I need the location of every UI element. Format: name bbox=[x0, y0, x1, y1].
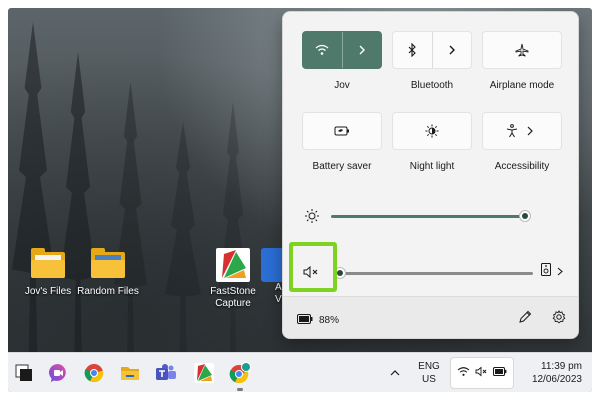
tile-airplane-mode[interactable] bbox=[482, 31, 562, 69]
tree-silhouette bbox=[218, 102, 248, 352]
chevron-right-icon[interactable] bbox=[433, 32, 472, 68]
bluetooth-icon[interactable] bbox=[393, 32, 432, 68]
start-icon[interactable] bbox=[12, 361, 36, 385]
tile-wifi[interactable] bbox=[302, 31, 382, 69]
active-app-indicator bbox=[237, 388, 243, 391]
region-code: US bbox=[422, 374, 436, 385]
show-hidden-icons-button[interactable] bbox=[390, 353, 400, 392]
chevron-right-icon[interactable] bbox=[522, 113, 561, 149]
taskbar: ENG US 11:39 pm 12/06/2023 bbox=[8, 352, 592, 392]
desktop-icon-faststone-capture[interactable]: FastStone Capture bbox=[196, 248, 270, 310]
night-light-icon bbox=[393, 113, 471, 149]
accessibility-icon[interactable] bbox=[483, 113, 522, 149]
tile-label-battery-saver: Battery saver bbox=[312, 161, 372, 172]
battery-status[interactable]: 88% bbox=[297, 311, 339, 329]
mute-highlight-box bbox=[289, 242, 337, 292]
tile-night-light[interactable] bbox=[392, 112, 472, 150]
clock-date: 12/06/2023 bbox=[531, 374, 582, 385]
desktop-icon-label: FastStone Capture bbox=[210, 286, 256, 309]
clock[interactable]: 11:39 pm 12/06/2023 bbox=[528, 353, 582, 392]
tile-label-bluetooth: Bluetooth bbox=[410, 80, 454, 91]
tree-silhouette bbox=[114, 82, 147, 352]
wifi-icon[interactable] bbox=[303, 32, 342, 68]
brightness-slider[interactable] bbox=[519, 210, 531, 222]
speaker-output-icon bbox=[541, 263, 551, 281]
tile-label-accessibility: Accessibility bbox=[494, 161, 550, 172]
faststone-capture-icon[interactable] bbox=[192, 361, 216, 385]
chrome-icon[interactable] bbox=[82, 361, 106, 385]
language-indicator[interactable]: ENG US bbox=[414, 353, 444, 392]
tree-silhouette bbox=[60, 52, 96, 352]
chevron-right-icon[interactable] bbox=[343, 32, 382, 68]
chrome-profile-icon[interactable] bbox=[228, 361, 252, 385]
folder-icon bbox=[31, 248, 65, 282]
clock-time: 11:39 pm bbox=[541, 361, 582, 372]
battery-icon bbox=[297, 311, 313, 329]
tile-label-wifi: Jov bbox=[334, 80, 350, 91]
tile-label-airplane-mode: Airplane mode bbox=[489, 80, 555, 91]
folder-icon bbox=[91, 248, 125, 282]
edit-pencil-icon[interactable] bbox=[518, 310, 532, 324]
chevron-right-icon bbox=[557, 263, 563, 281]
desktop-icon-label: Random Files bbox=[77, 286, 139, 297]
language-code: ENG bbox=[418, 361, 440, 372]
teams-icon[interactable] bbox=[154, 361, 178, 385]
volume-slider-track bbox=[339, 272, 533, 275]
brightness-slider-fill bbox=[331, 215, 525, 218]
desktop-icon-random-files[interactable]: Random Files bbox=[71, 248, 145, 298]
wifi-icon bbox=[457, 366, 470, 380]
battery-percent: 88% bbox=[319, 314, 340, 326]
brightness-icon bbox=[304, 208, 320, 224]
tree-silhouette bbox=[165, 122, 201, 352]
chevron-up-icon bbox=[390, 368, 400, 379]
tile-bluetooth[interactable] bbox=[392, 31, 472, 69]
desktop: Jov's Files Random Files FastStone Captu… bbox=[8, 8, 592, 392]
settings-gear-icon[interactable] bbox=[552, 310, 566, 324]
tile-label-night-light: Night light bbox=[409, 161, 455, 172]
tree-silhouette bbox=[12, 22, 54, 352]
airplane-icon bbox=[483, 32, 561, 68]
system-tray-status[interactable] bbox=[450, 357, 514, 389]
audio-output-selector[interactable] bbox=[541, 263, 569, 281]
faststone-capture-icon bbox=[216, 248, 250, 282]
tile-battery-saver[interactable] bbox=[302, 112, 382, 150]
battery-saver-icon bbox=[303, 113, 381, 149]
volume-muted-icon bbox=[475, 366, 488, 380]
file-explorer-icon[interactable] bbox=[118, 361, 142, 385]
quick-settings-footer: 88% bbox=[283, 296, 578, 338]
battery-icon bbox=[492, 367, 507, 379]
messenger-icon[interactable] bbox=[46, 361, 70, 385]
tile-accessibility[interactable] bbox=[482, 112, 562, 150]
